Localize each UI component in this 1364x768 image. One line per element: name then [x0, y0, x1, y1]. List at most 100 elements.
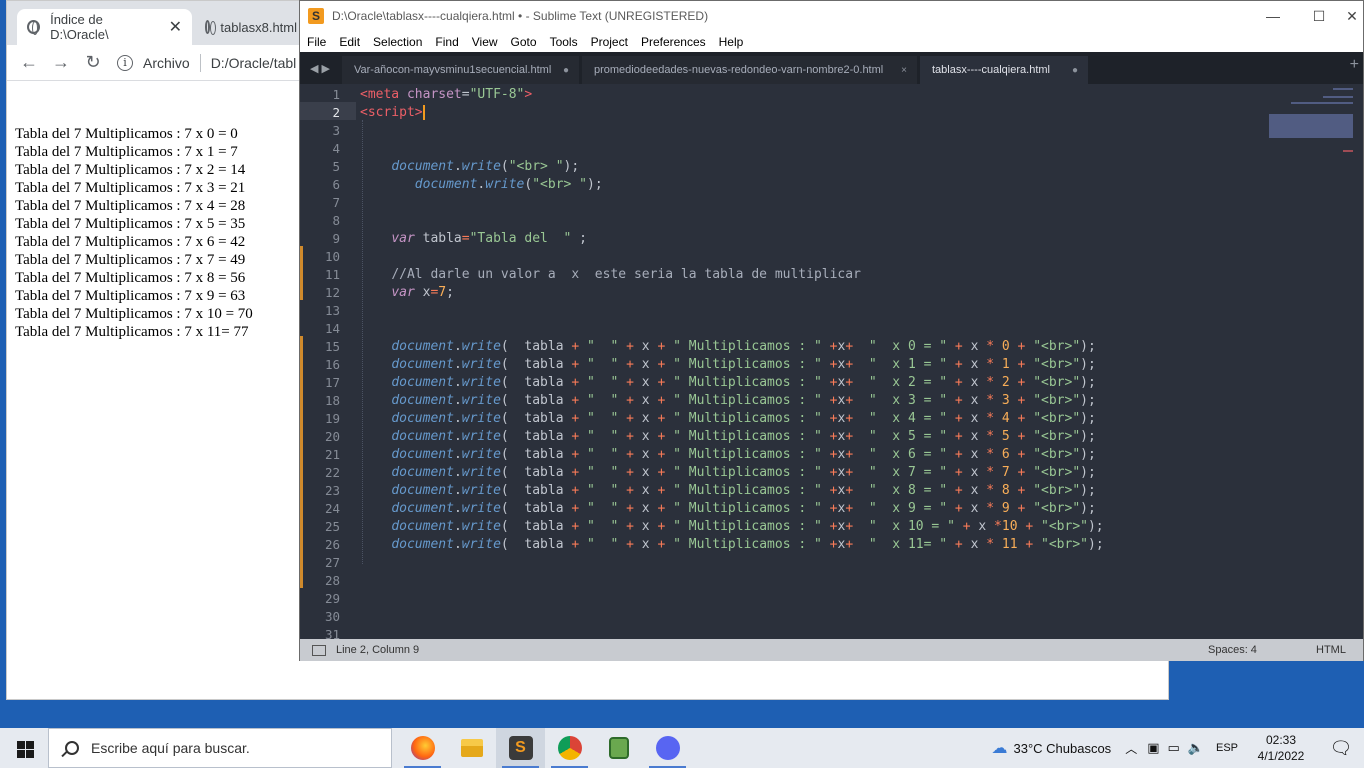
editor-tab-label: Var-añocon-mayvsminu1secuencial.html	[354, 64, 552, 76]
clock-time: 02:33	[1265, 733, 1297, 747]
menu-preferences[interactable]: Preferences	[641, 35, 706, 49]
code-line: document.write( tabla + " " + x + " Mult…	[391, 411, 1096, 426]
minimap[interactable]	[1269, 84, 1357, 164]
line-number: 25	[324, 519, 340, 534]
code-line: document.write( tabla + " " + x + " Mult…	[391, 483, 1096, 498]
browser-tab-index[interactable]: Índice de D:\Oracle\ ✕	[17, 9, 192, 45]
code-line: document.write("<br> ");	[391, 159, 580, 174]
line-number: 14	[324, 321, 340, 336]
output-line: Tabla del 7 Multiplicamos : 7 x 8 = 56	[15, 270, 246, 286]
maximize-icon[interactable]: ☐	[1296, 1, 1342, 31]
line-number: 21	[324, 447, 340, 462]
clock[interactable]: 02:33 4/1/2022	[1244, 732, 1318, 764]
tab-scroll-arrows-icon[interactable]: ◀ ▶	[310, 62, 330, 75]
menu-project[interactable]: Project	[591, 35, 628, 49]
line-number: 28	[324, 573, 340, 588]
syntax-setting[interactable]: HTML	[1316, 639, 1346, 661]
code-line: document.write( tabla + " " + x + " Mult…	[391, 375, 1096, 390]
menu-view[interactable]: View	[472, 35, 498, 49]
menu-help[interactable]: Help	[719, 35, 744, 49]
line-number: 7	[332, 195, 340, 210]
line-number: 20	[324, 429, 340, 444]
code-editor[interactable]: 1 2 3 4 5 6 7 8 9 10 11 12 13 14 15 16 17 18 19 20 21 22 23 24 2…	[300, 84, 1363, 639]
unsaved-dot-icon[interactable]: ●	[1072, 65, 1078, 76]
editor-tab-tablasx[interactable]: tablasx----cualqiera.html ●	[920, 56, 1088, 84]
network-icon[interactable]: ▭	[1168, 740, 1180, 756]
menu-find[interactable]: Find	[435, 35, 458, 49]
output-line: Tabla del 7 Multiplicamos : 7 x 5 = 35	[15, 216, 246, 232]
address-path[interactable]: D:/Oracle/tabl	[211, 55, 297, 71]
chevron-up-icon[interactable]: ︿	[1125, 740, 1137, 757]
address-separator	[199, 53, 201, 72]
line-number: 1	[332, 87, 340, 102]
device-icon[interactable]: ▣	[1147, 740, 1159, 756]
title-bar[interactable]: S D:\Oracle\tablasx----cualqiera.html • …	[300, 1, 1363, 31]
code-line: var tabla="Tabla del " ;	[391, 231, 587, 246]
close-tab-icon[interactable]: ×	[901, 65, 907, 76]
back-arrow-icon[interactable]: ←	[13, 52, 45, 73]
page-content: Tabla del 7 Multiplicamos : 7 x 0 = 0 Ta…	[15, 125, 253, 341]
info-icon[interactable]: i	[117, 54, 133, 71]
taskbar-firefox[interactable]	[398, 728, 447, 768]
menu-edit[interactable]: Edit	[339, 35, 360, 49]
notepad-icon	[608, 737, 629, 759]
line-number: 15	[324, 339, 340, 354]
address-bar[interactable]: i Archivo D:/Oracle/tabl	[117, 53, 297, 72]
menu-tools[interactable]: Tools	[550, 35, 578, 49]
windows-start-icon[interactable]	[0, 728, 48, 768]
line-number: 18	[324, 393, 340, 408]
close-tab-icon[interactable]: ✕	[169, 17, 182, 37]
code-area[interactable]: <meta charset="UTF-8"> <script> document…	[360, 84, 1363, 639]
window-title: D:\Oracle\tablasx----cualqiera.html • - …	[332, 9, 709, 23]
line-number: 19	[324, 411, 340, 426]
search-placeholder: Escribe aquí para buscar.	[91, 740, 250, 756]
code-line: document.write( tabla + " " + x + " Mult…	[391, 501, 1096, 516]
code-line: document.write( tabla + " " + x + " Mult…	[391, 465, 1096, 480]
close-icon[interactable]: ✕	[1340, 1, 1364, 31]
code-line: document.write( tabla + " " + x + " Mult…	[391, 339, 1096, 354]
unsaved-dot-icon[interactable]: ●	[563, 65, 569, 76]
new-tab-icon[interactable]: +	[1350, 56, 1359, 74]
taskbar-discord[interactable]	[643, 728, 692, 768]
address-scheme-label: Archivo	[143, 54, 190, 71]
editor-tab-label: tablasx----cualqiera.html	[932, 64, 1050, 76]
language-indicator[interactable]: ESP	[1216, 742, 1238, 754]
taskbar-file-explorer[interactable]	[447, 728, 496, 768]
output-line: Tabla del 7 Multiplicamos : 7 x 0 = 0	[15, 126, 238, 142]
line-number-gutter: 1 2 3 4 5 6 7 8 9 10 11 12 13 14 15 16 17 18 19 20 21 22 23 24 2…	[300, 84, 356, 639]
code-line: //Al darle un valor a x este seria la ta…	[391, 267, 861, 282]
taskbar-sublime[interactable]: S	[496, 728, 545, 768]
menu-goto[interactable]: Goto	[511, 35, 537, 49]
reload-icon[interactable]: ↻	[77, 52, 109, 73]
firefox-icon	[410, 736, 435, 760]
line-number: 4	[332, 141, 340, 156]
line-number: 27	[324, 555, 340, 570]
taskbar-chrome[interactable]	[545, 728, 594, 768]
minimize-icon[interactable]: —	[1250, 1, 1296, 31]
weather-text[interactable]: 33°C Chubascos	[1013, 741, 1111, 756]
output-line: Tabla del 7 Multiplicamos : 7 x 6 = 42	[15, 234, 246, 250]
browser-tab-label: Índice de D:\Oracle\	[50, 12, 109, 42]
volume-icon[interactable]: 🔈	[1188, 740, 1204, 756]
editor-tab-promedio[interactable]: promediodeedades-nuevas-redondeo-varn-no…	[582, 56, 917, 84]
line-number: 31	[324, 627, 340, 639]
system-tray: ☁ 33°C Chubascos ︿ ▣ ▭ 🔈 ESP 02:33 4/1/2…	[991, 728, 1364, 768]
output-line: Tabla del 7 Multiplicamos : 7 x 11= 77	[15, 324, 249, 340]
taskbar-search[interactable]: Escribe aquí para buscar.	[48, 728, 392, 768]
browser-tab-label: tablasx8.html	[220, 19, 297, 35]
menu-file[interactable]: File	[307, 35, 326, 49]
line-number: 13	[324, 303, 340, 318]
weather-icon[interactable]: ☁	[991, 738, 1007, 758]
taskbar-notepad[interactable]	[594, 728, 643, 768]
indentation-setting[interactable]: Spaces: 4	[1208, 639, 1257, 661]
forward-arrow-icon[interactable]: →	[45, 52, 77, 73]
panel-toggle-icon[interactable]	[312, 644, 326, 656]
browser-tab-tablasx8[interactable]: tablasx8.html	[195, 9, 307, 45]
line-number: 29	[324, 591, 340, 606]
text-caret	[422, 105, 425, 120]
menu-selection[interactable]: Selection	[373, 35, 422, 49]
notification-icon[interactable]: 🗨	[1318, 738, 1364, 759]
editor-tab-var[interactable]: Var-añocon-mayvsminu1secuencial.html ●	[342, 56, 579, 84]
status-bar: Line 2, Column 9 Spaces: 4 HTML	[300, 639, 1363, 661]
line-number: 8	[332, 213, 340, 228]
